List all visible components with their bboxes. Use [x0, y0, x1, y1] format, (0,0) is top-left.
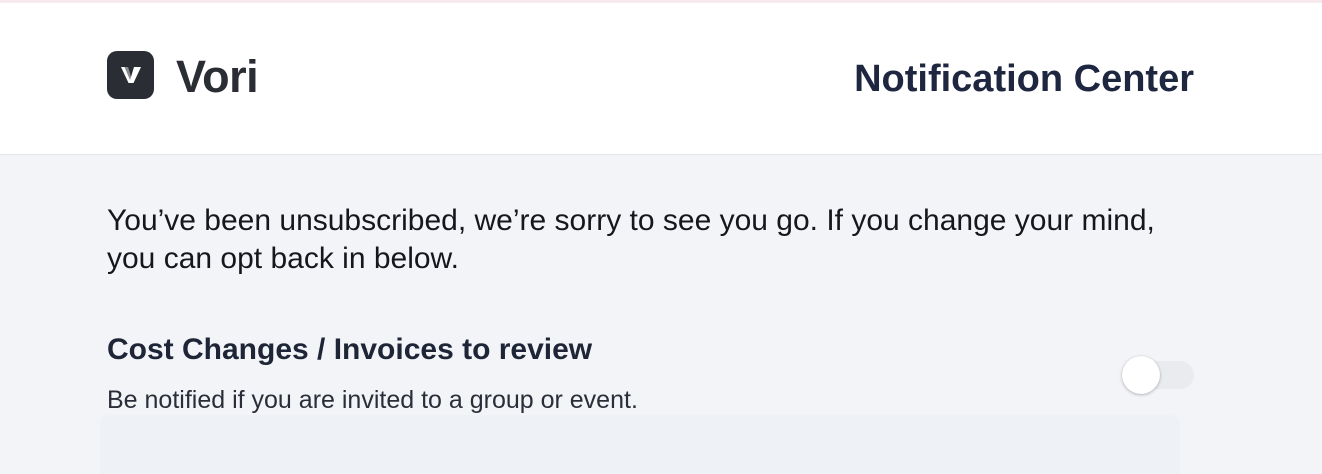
- page-header: Vori Notification Center: [0, 3, 1322, 155]
- preference-description: Be notified if you are invited to a grou…: [107, 386, 638, 414]
- preference-title: Cost Changes / Invoices to review: [107, 333, 593, 366]
- brand-name[interactable]: Vori: [176, 51, 259, 103]
- unsubscribe-message: You’ve been unsubscribed, we’re sorry to…: [107, 204, 1155, 275]
- toggle-knob: [1122, 356, 1160, 394]
- page-title: Notification Center: [854, 58, 1194, 100]
- preference-toggle[interactable]: [1122, 356, 1194, 394]
- preference-card: [100, 415, 1180, 474]
- vori-logo-icon[interactable]: [107, 51, 154, 99]
